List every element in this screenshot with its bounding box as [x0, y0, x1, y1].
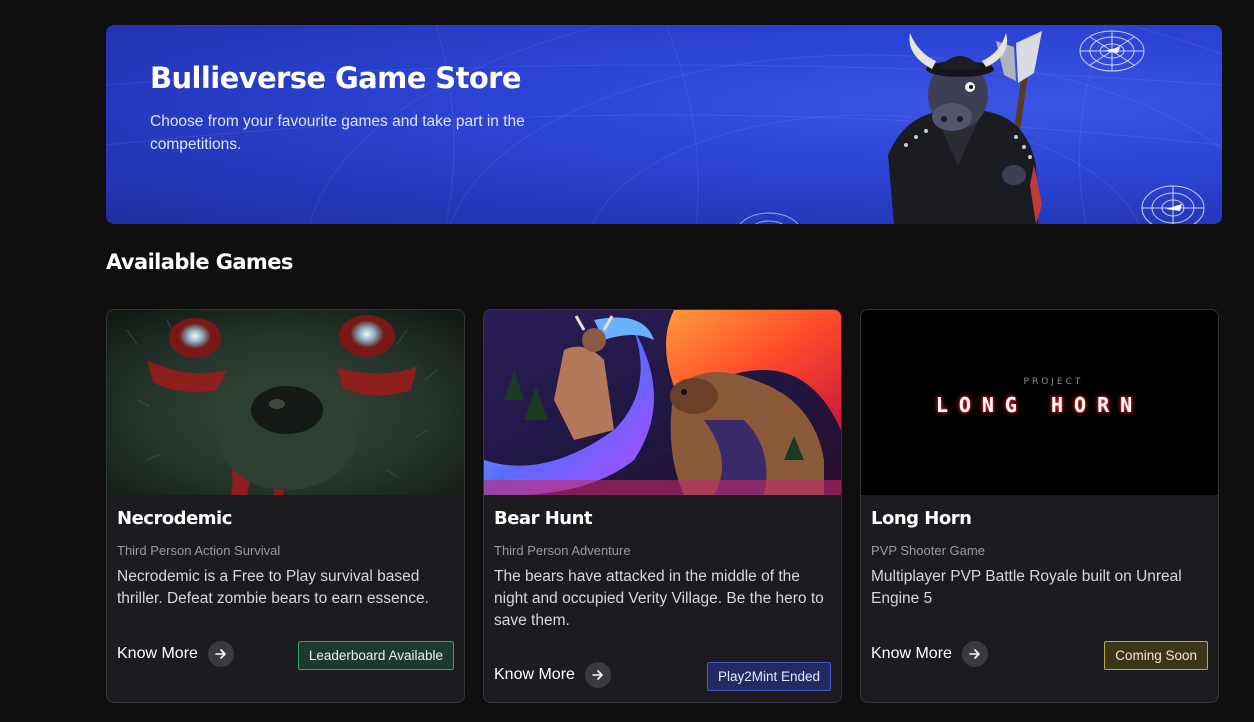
status-badge: Coming Soon	[1104, 641, 1208, 670]
game-description: Necrodemic is a Free to Play survival ba…	[117, 568, 429, 607]
banner-subtitle: Choose from your favourite games and tak…	[150, 113, 525, 153]
arrow-right-icon	[207, 641, 234, 667]
game-title: Long Horn	[871, 508, 972, 529]
game-title: Bear Hunt	[494, 508, 593, 529]
game-description: The bears have attacked in the middle of…	[494, 568, 824, 629]
bear-hunt-cover-image	[484, 310, 841, 495]
status-badge: Leaderboard Available	[297, 641, 454, 670]
game-card-necrodemic[interactable]: Necrodemic Third Person Action Survival …	[106, 309, 465, 703]
available-games-heading: Available Games	[106, 250, 293, 274]
know-more-label: Know More	[117, 645, 198, 662]
game-card-long-horn[interactable]: PROJECT LONG HORN Long Horn PVP Shooter …	[860, 309, 1219, 703]
know-more-button[interactable]: Know More	[494, 662, 611, 688]
long-horn-cover-image: PROJECT LONG HORN	[861, 310, 1218, 495]
game-card-bear-hunt[interactable]: Bear Hunt Third Person Adventure The bea…	[483, 309, 842, 703]
know-more-button[interactable]: Know More	[117, 641, 234, 667]
radar-icon	[1079, 30, 1145, 72]
store-banner: Bullieverse Game Store Choose from your …	[106, 25, 1222, 224]
necrodemic-cover-image	[107, 310, 464, 495]
banner-title: Bullieverse Game Store	[150, 61, 522, 95]
arrow-right-icon	[584, 662, 611, 688]
game-genre: PVP Shooter Game	[871, 543, 985, 558]
bull-character-illustration	[888, 31, 1042, 224]
game-genre: Third Person Action Survival	[117, 543, 281, 558]
radar-icon	[739, 212, 799, 224]
know-more-label: Know More	[871, 645, 952, 662]
game-title: Necrodemic	[117, 508, 232, 529]
game-genre: Third Person Adventure	[494, 543, 631, 558]
know-more-label: Know More	[494, 666, 575, 683]
game-store-page: Bullieverse Game Store Choose from your …	[0, 0, 1254, 722]
arrow-right-icon	[961, 641, 988, 667]
long-horn-logo-small: PROJECT	[1023, 377, 1084, 387]
status-badge: Play2Mint Ended	[706, 662, 831, 691]
know-more-button[interactable]: Know More	[871, 641, 988, 667]
radar-icon	[1141, 185, 1205, 224]
long-horn-logo-large: LONG HORN	[935, 393, 1144, 417]
game-description: Multiplayer PVP Battle Royale built on U…	[871, 568, 1182, 607]
